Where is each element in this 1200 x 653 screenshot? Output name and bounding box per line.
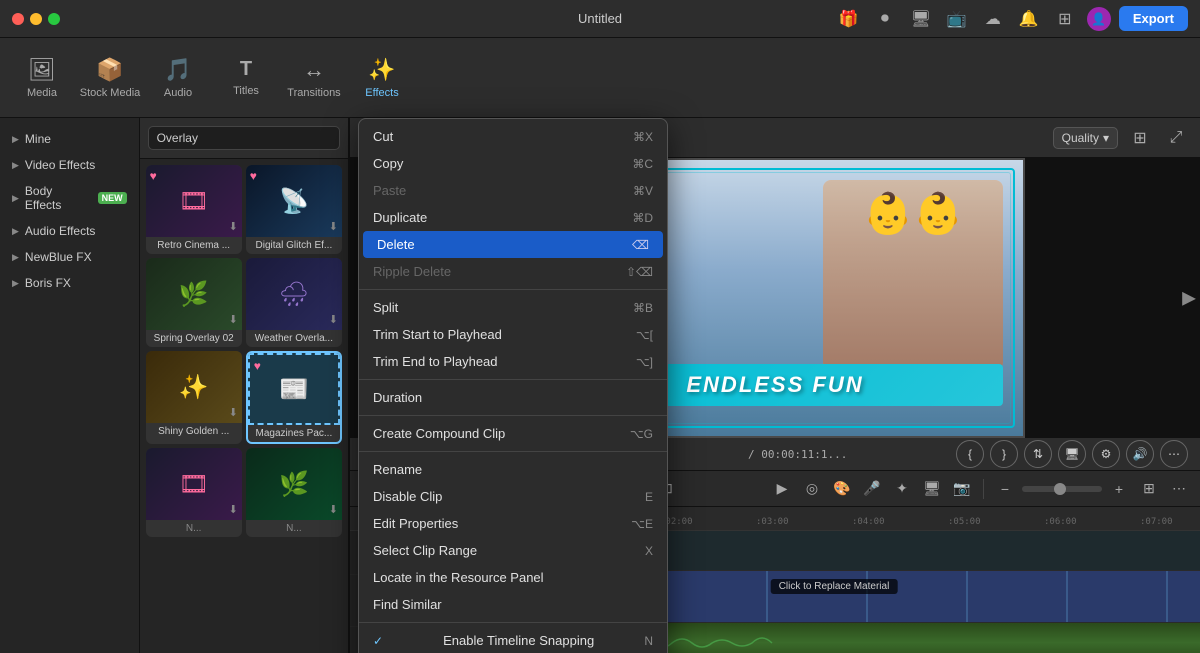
menu-trim-end[interactable]: Trim End to Playhead ⌥]: [359, 348, 667, 375]
menu-compound-clip-label: Create Compound Clip: [373, 426, 505, 441]
menu-find-similar[interactable]: Find Similar: [359, 591, 667, 618]
menu-ripple-delete-label: Ripple Delete: [373, 264, 451, 279]
menu-delete-shortcut: ⌫: [632, 238, 649, 252]
menu-disable-clip-label: Disable Clip: [373, 489, 442, 504]
menu-split[interactable]: Split ⌘B: [359, 294, 667, 321]
menu-trim-end-label: Trim End to Playhead: [373, 354, 498, 369]
menu-duration[interactable]: Duration: [359, 384, 667, 411]
menu-separator-1: [359, 289, 667, 290]
menu-copy[interactable]: Copy ⌘C: [359, 150, 667, 177]
menu-trim-end-shortcut: ⌥]: [636, 355, 653, 369]
menu-delete-label: Delete: [377, 237, 415, 252]
menu-locate-resource[interactable]: Locate in the Resource Panel: [359, 564, 667, 591]
menu-find-similar-label: Find Similar: [373, 597, 442, 612]
menu-disable-clip[interactable]: Disable Clip E: [359, 483, 667, 510]
menu-cut-label: Cut: [373, 129, 393, 144]
menu-separator-5: [359, 622, 667, 623]
menu-duplicate[interactable]: Duplicate ⌘D: [359, 204, 667, 231]
menu-disable-clip-shortcut: E: [645, 490, 653, 504]
menu-paste-shortcut: ⌘V: [633, 184, 653, 198]
menu-rename-label: Rename: [373, 462, 422, 477]
menu-compound-clip[interactable]: Create Compound Clip ⌥G: [359, 420, 667, 447]
menu-copy-label: Copy: [373, 156, 403, 171]
menu-split-label: Split: [373, 300, 398, 315]
menu-separator-3: [359, 415, 667, 416]
context-menu: Cut ⌘X Copy ⌘C Paste ⌘V Duplicate ⌘D Del…: [358, 118, 668, 653]
menu-compound-clip-shortcut: ⌥G: [630, 427, 653, 441]
menu-enable-snapping-label: Enable Timeline Snapping: [443, 633, 594, 648]
menu-select-clip-range-label: Select Clip Range: [373, 543, 477, 558]
menu-ripple-delete: Ripple Delete ⇧⌫: [359, 258, 667, 285]
menu-select-clip-range-shortcut: X: [645, 544, 653, 558]
menu-copy-shortcut: ⌘C: [632, 157, 653, 171]
menu-duration-label: Duration: [373, 390, 422, 405]
menu-paste-label: Paste: [373, 183, 406, 198]
menu-delete[interactable]: Delete ⌫: [363, 231, 663, 258]
menu-duplicate-label: Duplicate: [373, 210, 427, 225]
context-menu-overlay[interactable]: Cut ⌘X Copy ⌘C Paste ⌘V Duplicate ⌘D Del…: [0, 0, 1200, 653]
menu-enable-snapping[interactable]: ✓ Enable Timeline Snapping N: [359, 627, 667, 653]
menu-rename[interactable]: Rename: [359, 456, 667, 483]
menu-edit-properties[interactable]: Edit Properties ⌥E: [359, 510, 667, 537]
menu-edit-properties-label: Edit Properties: [373, 516, 458, 531]
menu-ripple-delete-shortcut: ⇧⌫: [626, 265, 653, 279]
menu-trim-start-shortcut: ⌥[: [636, 328, 653, 342]
snapping-check-icon: ✓: [373, 634, 389, 648]
menu-separator-2: [359, 379, 667, 380]
menu-edit-properties-shortcut: ⌥E: [631, 517, 653, 531]
menu-separator-4: [359, 451, 667, 452]
menu-select-clip-range[interactable]: Select Clip Range X: [359, 537, 667, 564]
menu-split-shortcut: ⌘B: [633, 301, 653, 315]
menu-trim-start[interactable]: Trim Start to Playhead ⌥[: [359, 321, 667, 348]
menu-duplicate-shortcut: ⌘D: [632, 211, 653, 225]
menu-enable-snapping-shortcut: N: [644, 634, 653, 648]
menu-cut[interactable]: Cut ⌘X: [359, 123, 667, 150]
menu-paste: Paste ⌘V: [359, 177, 667, 204]
menu-locate-resource-label: Locate in the Resource Panel: [373, 570, 544, 585]
menu-cut-shortcut: ⌘X: [633, 130, 653, 144]
menu-trim-start-label: Trim Start to Playhead: [373, 327, 502, 342]
